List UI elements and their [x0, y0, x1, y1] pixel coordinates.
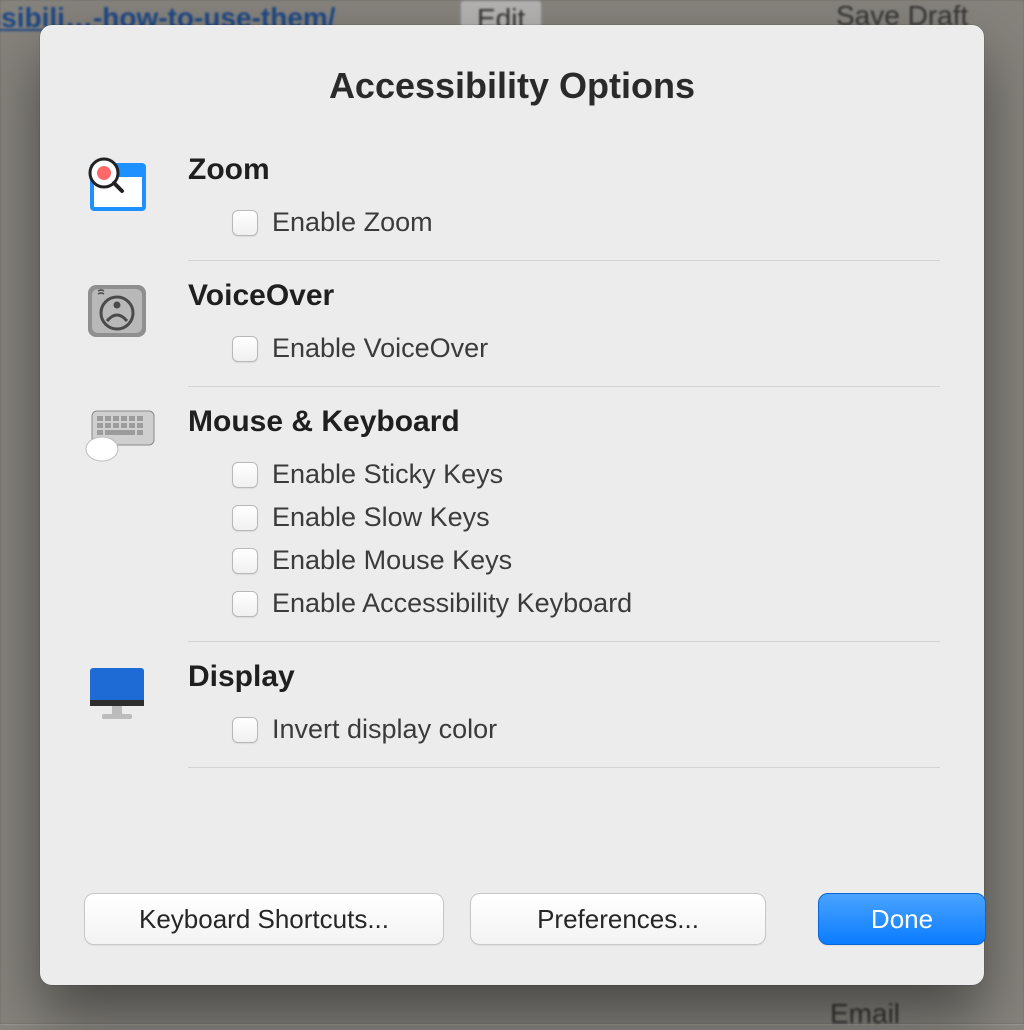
option-label: Enable Zoom [272, 207, 433, 238]
accessibility-options-dialog: Accessibility Options Zoom [40, 25, 984, 985]
section-heading: Display [188, 660, 940, 694]
option-enable-sticky-keys[interactable]: Enable Sticky Keys [188, 453, 940, 496]
option-label: Enable VoiceOver [272, 333, 488, 364]
done-button[interactable]: Done [818, 893, 986, 945]
option-label: Enable Accessibility Keyboard [272, 588, 632, 619]
option-enable-slow-keys[interactable]: Enable Slow Keys [188, 496, 940, 539]
section-mouse-keyboard: Mouse & Keyboard Enable Sticky Keys Enab… [84, 387, 940, 642]
option-enable-mouse-keys[interactable]: Enable Mouse Keys [188, 539, 940, 582]
section-heading: VoiceOver [188, 279, 940, 313]
option-enable-accessibility-keyboard[interactable]: Enable Accessibility Keyboard [188, 582, 940, 625]
section-heading: Mouse & Keyboard [188, 405, 940, 439]
checkbox[interactable] [232, 548, 258, 574]
checkbox[interactable] [232, 505, 258, 531]
dialog-title: Accessibility Options [40, 25, 984, 135]
section-heading: Zoom [188, 153, 940, 187]
checkbox[interactable] [232, 591, 258, 617]
option-enable-zoom[interactable]: Enable Zoom [188, 201, 940, 244]
display-icon [84, 662, 150, 722]
checkbox[interactable] [232, 210, 258, 236]
dialog-button-bar: Keyboard Shortcuts... Preferences... Don… [40, 893, 984, 985]
checkbox[interactable] [232, 462, 258, 488]
keyboard-shortcuts-button[interactable]: Keyboard Shortcuts... [84, 893, 444, 945]
dialog-content: Zoom Enable Zoom [40, 135, 984, 893]
option-label: Enable Slow Keys [272, 502, 490, 533]
option-enable-voiceover[interactable]: Enable VoiceOver [188, 327, 940, 370]
mouse-keyboard-icon [84, 407, 150, 467]
section-divider [188, 767, 940, 768]
section-divider [188, 386, 940, 387]
checkbox[interactable] [232, 717, 258, 743]
option-label: Enable Sticky Keys [272, 459, 503, 490]
preferences-button[interactable]: Preferences... [470, 893, 766, 945]
option-label: Invert display color [272, 714, 497, 745]
section-divider [188, 641, 940, 642]
section-voiceover: VoiceOver Enable VoiceOver [84, 261, 940, 387]
option-invert-display-color[interactable]: Invert display color [188, 708, 940, 751]
section-divider [188, 260, 940, 261]
voiceover-icon [84, 281, 150, 341]
zoom-icon [84, 155, 150, 215]
option-label: Enable Mouse Keys [272, 545, 512, 576]
section-display: Display Invert display color [84, 642, 940, 768]
checkbox[interactable] [232, 336, 258, 362]
section-zoom: Zoom Enable Zoom [84, 135, 940, 261]
